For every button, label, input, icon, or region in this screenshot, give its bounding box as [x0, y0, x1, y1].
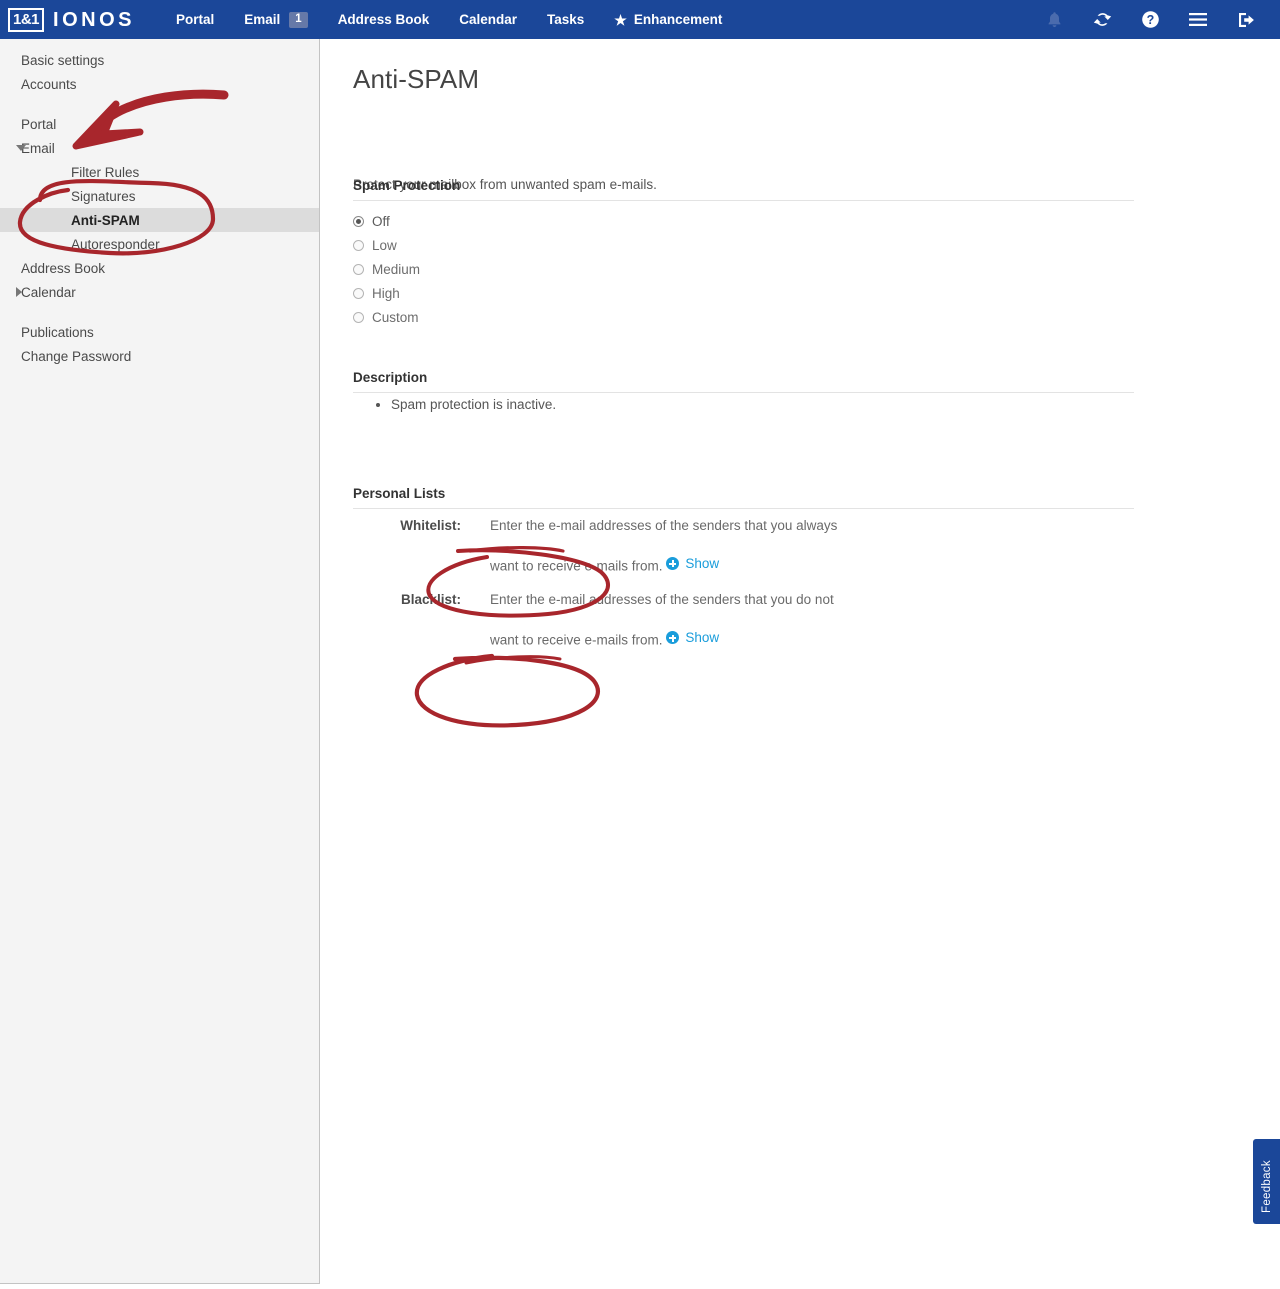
personal-lists-section: Whitelist: Enter the e-mail addresses of…	[353, 516, 1134, 650]
sidebar-item-anti-spam-label: Anti-SPAM	[71, 212, 140, 228]
svg-text:?: ?	[1146, 13, 1154, 27]
nav-item-email-label: Email	[244, 12, 281, 27]
feedback-tab-label: Feedback	[1261, 1160, 1273, 1213]
radio-button-high[interactable]	[353, 287, 364, 299]
blacklist-label: Blacklist:	[400, 592, 461, 608]
radio-option-high-label: High	[372, 285, 400, 301]
sidebar-item-publications[interactable]: Publications	[0, 320, 319, 344]
whitelist-show-link[interactable]: Show	[666, 554, 719, 574]
nav-item-tasks[interactable]: Tasks	[532, 0, 599, 39]
sidebar-item-change-password-label: Change Password	[21, 348, 132, 364]
nav-item-calendar-label: Calendar	[459, 12, 517, 27]
logout-icon[interactable]	[1222, 0, 1270, 39]
nav-item-address-book-label: Address Book	[337, 12, 430, 27]
radio-button-low[interactable]	[353, 239, 364, 251]
sidebar-item-basic-settings-label: Basic settings	[21, 52, 105, 68]
sidebar-item-email-label: Email	[21, 140, 55, 156]
sidebar-item-change-password[interactable]: Change Password	[0, 344, 319, 368]
sidebar-item-accounts[interactable]: Accounts	[0, 72, 319, 96]
radio-button-custom[interactable]	[353, 311, 364, 323]
plus-circle-icon	[666, 631, 680, 644]
description-bullet-item: Spam protection is inactive.	[391, 396, 556, 414]
nav-item-calendar[interactable]: Calendar	[444, 0, 532, 39]
radio-option-custom[interactable]: Custom	[353, 305, 420, 329]
refresh-icon[interactable]	[1078, 0, 1126, 39]
personal-lists-heading: Personal Lists	[353, 486, 1134, 509]
sidebar-item-calendar-label: Calendar	[21, 284, 76, 300]
sidebar-item-email[interactable]: Email	[0, 136, 319, 160]
sidebar-item-anti-spam[interactable]: Anti-SPAM	[0, 208, 319, 232]
sidebar-item-autoresponder[interactable]: Autoresponder	[0, 232, 319, 256]
sidebar-item-address-book-label: Address Book	[21, 260, 106, 276]
nav-item-enhancement[interactable]: ★ Enhancement	[599, 0, 737, 39]
nav-item-email[interactable]: Email 1	[229, 0, 322, 39]
radio-option-medium[interactable]: Medium	[353, 257, 420, 281]
whitelist-description: Enter the e-mail addresses of the sender…	[490, 518, 838, 573]
help-icon[interactable]: ?	[1126, 0, 1174, 39]
sidebar-divider-1	[0, 96, 319, 112]
sidebar-item-signatures-label: Signatures	[71, 188, 136, 204]
ionos-logo[interactable]: 1&1 IONOS	[8, 0, 135, 39]
radio-button-off[interactable]	[353, 215, 364, 227]
nav-item-enhancement-label: Enhancement	[633, 12, 723, 27]
sidebar: Basic settings Accounts Portal Email Fil…	[0, 39, 320, 1284]
blacklist-block: Blacklist: Enter the e-mail addresses of…	[353, 590, 1134, 649]
sidebar-item-basic-settings[interactable]: Basic settings	[0, 48, 319, 72]
whitelist-body: Enter the e-mail addresses of the sender…	[490, 516, 840, 575]
sidebar-item-publications-label: Publications	[21, 324, 94, 340]
sidebar-item-accounts-label: Accounts	[21, 76, 77, 92]
radio-option-custom-label: Custom	[372, 309, 419, 325]
blacklist-show-link[interactable]: Show	[666, 628, 719, 648]
logo-ionos-wordmark: IONOS	[53, 8, 135, 31]
blacklist-description: Enter the e-mail addresses of the sender…	[490, 592, 834, 647]
bell-icon[interactable]	[1030, 0, 1078, 39]
main-content: Anti-SPAM Protect your mailbox from unwa…	[321, 39, 1280, 1289]
radio-option-low[interactable]: Low	[353, 233, 420, 257]
nav-item-portal[interactable]: Portal	[161, 0, 229, 39]
nav-icon-group: ?	[1030, 0, 1280, 39]
description-heading: Description	[353, 370, 1134, 393]
nav-item-tasks-label: Tasks	[547, 12, 585, 27]
logo-1and1-mark: 1&1	[8, 7, 45, 32]
sidebar-item-calendar[interactable]: Calendar	[0, 280, 319, 304]
nav-item-email-badge: 1	[289, 11, 308, 28]
blacklist-body: Enter the e-mail addresses of the sender…	[490, 590, 840, 649]
plus-circle-icon	[666, 556, 680, 570]
hamburger-menu-icon[interactable]	[1174, 0, 1222, 39]
nav-item-address-book[interactable]: Address Book	[323, 0, 445, 39]
top-navigation-bar: 1&1 IONOS Portal Email 1 Address Book Ca…	[0, 0, 1280, 39]
radio-option-off-label: Off	[372, 213, 390, 229]
chevron-down-icon[interactable]	[16, 145, 26, 151]
sidebar-item-portal-label: Portal	[21, 116, 57, 132]
sidebar-divider-2	[0, 304, 319, 320]
sidebar-item-portal[interactable]: Portal	[0, 112, 319, 136]
sidebar-item-filter-rules-label: Filter Rules	[71, 164, 140, 180]
star-icon: ★	[614, 11, 627, 28]
radio-option-off[interactable]: Off	[353, 209, 420, 233]
radio-option-medium-label: Medium	[372, 261, 421, 277]
sidebar-item-signatures[interactable]: Signatures	[0, 184, 319, 208]
radio-button-medium[interactable]	[353, 263, 364, 275]
nav-item-portal-label: Portal	[175, 12, 215, 27]
whitelist-show-label: Show	[685, 555, 720, 571]
chevron-right-icon[interactable]	[16, 287, 22, 297]
whitelist-block: Whitelist: Enter the e-mail addresses of…	[353, 516, 1134, 575]
whitelist-label: Whitelist:	[400, 518, 461, 533]
radio-option-low-label: Low	[372, 237, 397, 253]
sidebar-item-filter-rules[interactable]: Filter Rules	[0, 160, 319, 184]
feedback-tab[interactable]: Feedback	[1253, 1139, 1280, 1224]
radio-option-high[interactable]: High	[353, 281, 420, 305]
page-title: Anti-SPAM	[353, 64, 480, 94]
spam-protection-radio-group[interactable]: Off Low Medium High Custom	[353, 209, 420, 329]
description-bullet-list: Spam protection is inactive.	[353, 396, 556, 414]
sidebar-item-autoresponder-label: Autoresponder	[71, 236, 160, 252]
spam-protection-heading: Spam Protection	[353, 178, 1134, 201]
sidebar-item-address-book[interactable]: Address Book	[0, 256, 319, 280]
blacklist-show-label: Show	[685, 629, 720, 645]
